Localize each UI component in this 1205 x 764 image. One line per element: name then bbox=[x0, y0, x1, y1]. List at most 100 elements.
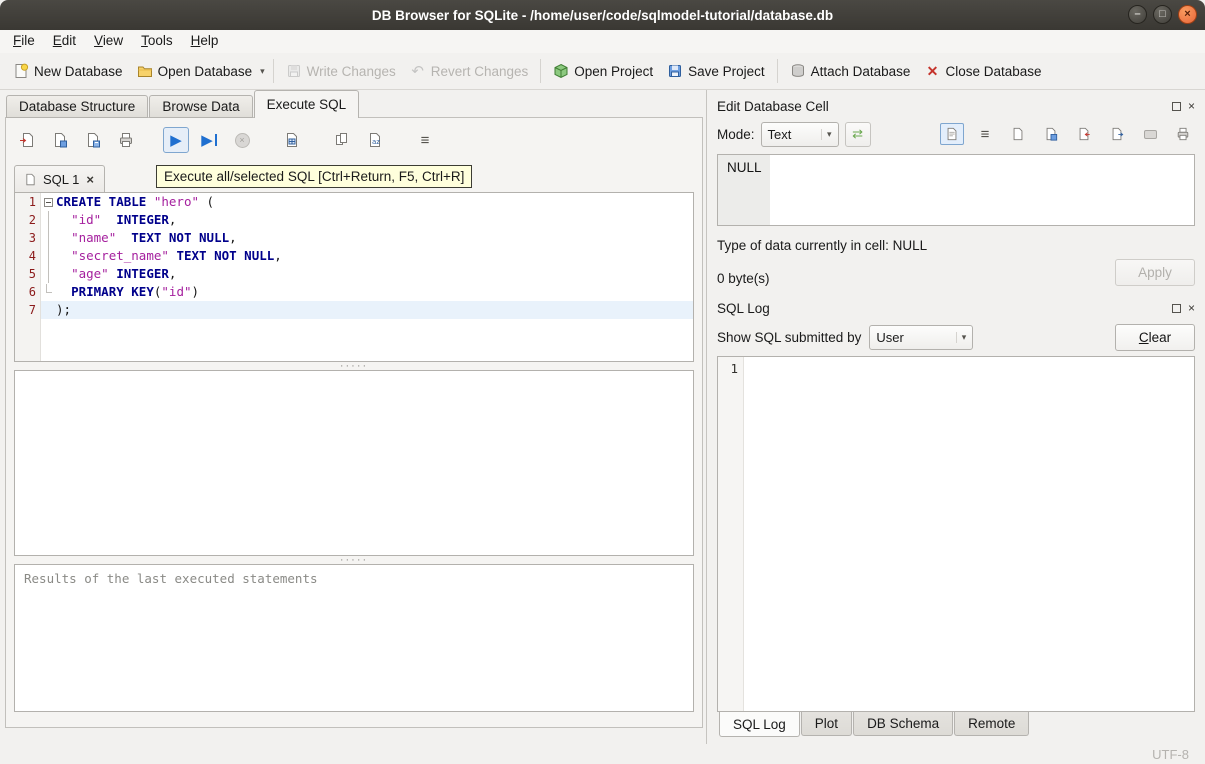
fold-marker bbox=[41, 301, 56, 319]
word-wrap-button[interactable]: ≡ bbox=[412, 127, 438, 153]
close-dock-icon[interactable]: × bbox=[1188, 302, 1195, 314]
maximize-button[interactable]: □ bbox=[1153, 5, 1172, 24]
revert-changes-button[interactable]: ↶ Revert Changes bbox=[403, 59, 536, 83]
fold-marker bbox=[41, 211, 56, 229]
tab-plot[interactable]: Plot bbox=[800, 712, 853, 736]
fold-marker[interactable] bbox=[41, 193, 56, 211]
auto-complete-button[interactable]: az bbox=[362, 127, 388, 153]
editor-line[interactable]: 4 "secret_name" TEXT NOT NULL, bbox=[15, 247, 693, 265]
tab-remote[interactable]: Remote bbox=[954, 712, 1030, 736]
float-dock-icon[interactable] bbox=[1171, 101, 1181, 111]
auto-switch-mode-button[interactable]: ⇄ bbox=[844, 121, 871, 147]
line-number: 7 bbox=[28, 303, 36, 317]
sql-log-title: SQL Log bbox=[717, 300, 770, 316]
auto-complete-icon: az bbox=[367, 132, 383, 148]
editor-line[interactable]: 1 CREATE TABLE "hero" ( bbox=[15, 193, 693, 211]
sql-editor[interactable]: 1 CREATE TABLE "hero" (2 "id" INTEGER, 3 "… bbox=[14, 192, 694, 362]
import-cell-button[interactable] bbox=[1072, 123, 1096, 145]
fold-marker bbox=[41, 283, 56, 301]
menu-view[interactable]: View bbox=[85, 30, 132, 53]
open-file-icon bbox=[1011, 127, 1025, 141]
tab-db-schema[interactable]: DB Schema bbox=[853, 712, 954, 736]
document-icon bbox=[24, 173, 37, 186]
save-project-icon bbox=[667, 63, 683, 79]
line-number: 6 bbox=[28, 285, 36, 299]
float-dock-icon[interactable] bbox=[1171, 303, 1181, 313]
tab-execute-sql[interactable]: Execute SQL bbox=[253, 90, 360, 118]
open-file-cell-button[interactable] bbox=[1006, 123, 1030, 145]
text-mode-button[interactable] bbox=[940, 123, 964, 145]
titlebar[interactable]: DB Browser for SQLite - /home/user/code/… bbox=[0, 0, 1205, 30]
copy-results-icon bbox=[334, 132, 350, 148]
save-sql-as-button[interactable] bbox=[80, 127, 106, 153]
mode-label: Mode: bbox=[717, 126, 755, 142]
print-sql-button[interactable] bbox=[113, 127, 139, 153]
editor-line[interactable]: 5 "age" INTEGER, bbox=[15, 265, 693, 283]
mode-select[interactable]: Text ▾ bbox=[760, 121, 839, 147]
open-database-button[interactable]: Open Database bbox=[130, 59, 260, 83]
close-database-icon: ✕ bbox=[926, 62, 939, 79]
line-number: 1 bbox=[28, 195, 36, 209]
apply-button[interactable]: Apply bbox=[1115, 259, 1195, 286]
fold-marker bbox=[41, 265, 56, 283]
menu-help[interactable]: Help bbox=[182, 30, 228, 53]
line-number: 5 bbox=[28, 267, 36, 281]
execute-all-button[interactable]: ▶ bbox=[163, 127, 189, 153]
chevron-down-icon: ▾ bbox=[821, 128, 832, 140]
open-sql-file-button[interactable] bbox=[14, 127, 40, 153]
word-wrap-cell-button[interactable]: ≡ bbox=[973, 123, 997, 145]
save-results-icon bbox=[284, 132, 300, 148]
close-dock-icon[interactable]: × bbox=[1188, 100, 1195, 112]
attach-database-button[interactable]: Attach Database bbox=[783, 59, 918, 83]
editor-line[interactable]: 6 PRIMARY KEY("id") bbox=[15, 283, 693, 301]
splitter-handle[interactable] bbox=[6, 556, 702, 564]
editor-line[interactable]: 7); bbox=[15, 301, 693, 319]
stop-button[interactable]: × bbox=[229, 127, 255, 153]
menu-file[interactable]: File bbox=[4, 30, 44, 53]
line-number: 4 bbox=[28, 249, 36, 263]
save-file-icon bbox=[1044, 127, 1058, 141]
save-project-button[interactable]: Save Project bbox=[660, 59, 772, 83]
open-project-button[interactable]: Open Project bbox=[546, 59, 660, 83]
export-cell-button[interactable] bbox=[1105, 123, 1129, 145]
text-document-icon bbox=[945, 127, 959, 141]
fold-marker bbox=[41, 229, 56, 247]
submitter-value: User bbox=[876, 329, 904, 345]
copy-results-button[interactable] bbox=[329, 127, 355, 153]
sql-log-box[interactable]: 1 bbox=[717, 356, 1195, 712]
tab-sql-log[interactable]: SQL Log bbox=[719, 712, 800, 737]
close-tab-icon[interactable]: × bbox=[85, 172, 95, 187]
execute-line-button[interactable]: ▶ bbox=[196, 127, 222, 153]
close-database-button[interactable]: ✕ Close Database bbox=[917, 59, 1048, 83]
lines-icon: ≡ bbox=[980, 125, 990, 143]
tab-database-structure[interactable]: Database Structure bbox=[6, 95, 149, 118]
menu-tools[interactable]: Tools bbox=[132, 30, 182, 53]
write-changes-button[interactable]: Write Changes bbox=[279, 59, 403, 83]
tab-browse-data[interactable]: Browse Data bbox=[149, 95, 253, 118]
results-grid-pane bbox=[14, 370, 694, 556]
close-window-button[interactable]: × bbox=[1178, 5, 1197, 24]
menu-edit[interactable]: Edit bbox=[44, 30, 85, 53]
set-null-button[interactable] bbox=[1138, 123, 1162, 145]
cell-icon-row: ≡ bbox=[940, 123, 1195, 145]
minimize-button[interactable]: – bbox=[1128, 5, 1147, 24]
right-panel: Edit Database Cell × Mode: Text ▾ ⇄ ≡ NU… bbox=[706, 90, 1205, 744]
swap-arrows-icon: ⇄ bbox=[852, 126, 863, 141]
save-results-button[interactable] bbox=[279, 127, 305, 153]
print-icon bbox=[118, 132, 134, 148]
splitter-handle[interactable] bbox=[6, 362, 702, 370]
print-cell-button[interactable] bbox=[1171, 123, 1195, 145]
editor-line[interactable]: 3 "name" TEXT NOT NULL, bbox=[15, 229, 693, 247]
submitter-select[interactable]: User ▾ bbox=[869, 324, 974, 350]
editor-line[interactable]: 2 "id" INTEGER, bbox=[15, 211, 693, 229]
save-file-cell-button[interactable] bbox=[1039, 123, 1063, 145]
sql-file-tab[interactable]: SQL 1 × bbox=[14, 165, 105, 192]
results-message-pane: Results of the last executed statements bbox=[14, 564, 694, 712]
cell-editor[interactable]: NULL bbox=[717, 154, 1195, 226]
clear-button[interactable]: Clear bbox=[1115, 323, 1195, 351]
open-database-dropdown-arrow[interactable]: ▾ bbox=[257, 60, 268, 83]
new-database-button[interactable]: New Database bbox=[6, 59, 130, 83]
save-sql-file-button[interactable] bbox=[47, 127, 73, 153]
main-tab-bar: Database Structure Browse Data Execute S… bbox=[6, 90, 360, 118]
code-text: PRIMARY KEY("id") bbox=[71, 284, 200, 299]
